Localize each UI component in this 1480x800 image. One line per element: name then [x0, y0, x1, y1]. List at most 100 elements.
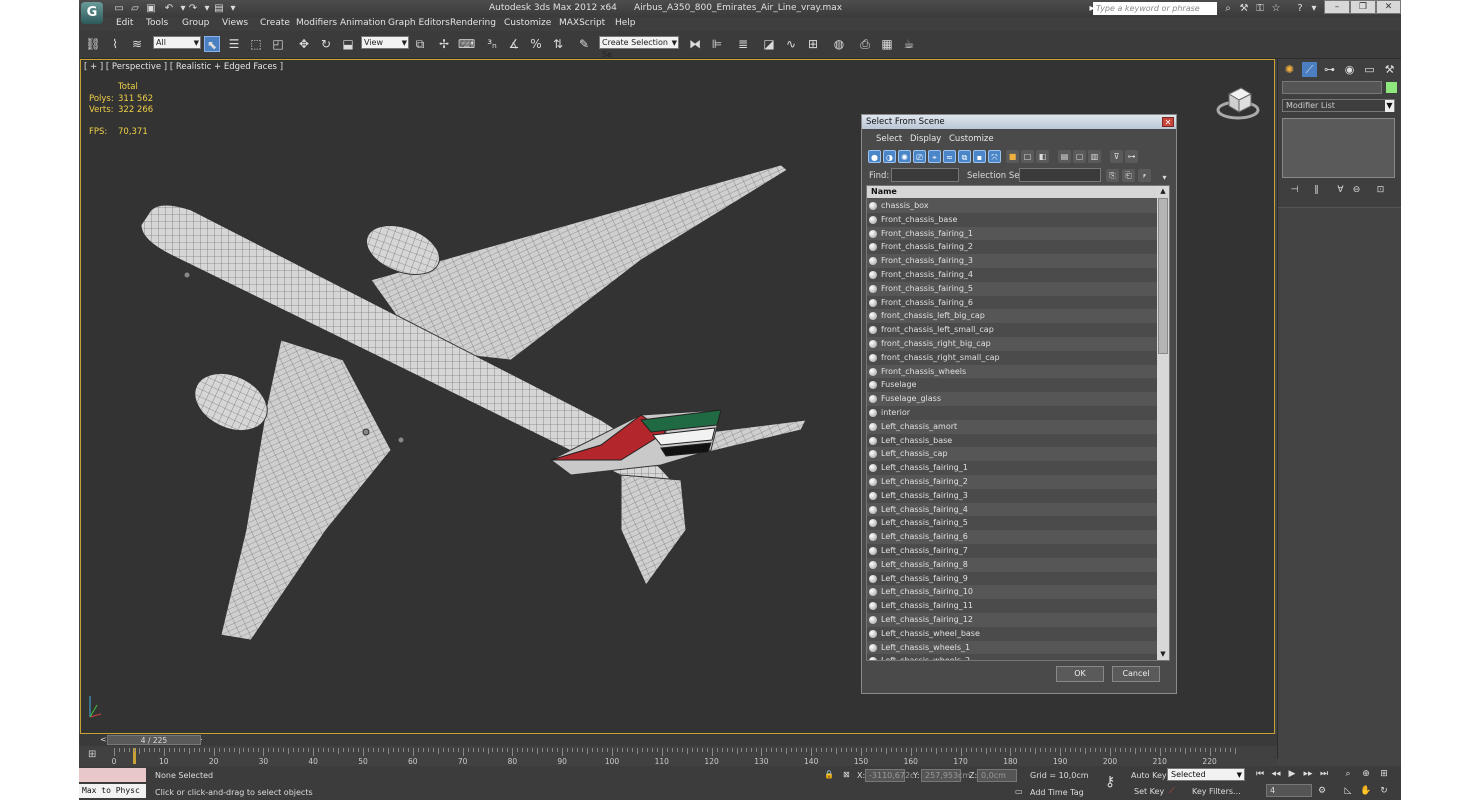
- percent-snap-icon[interactable]: %: [528, 36, 544, 52]
- schematic-view-icon[interactable]: ⊞: [805, 36, 821, 52]
- show-end-result-icon[interactable]: ‖: [1310, 185, 1323, 196]
- set-key-button[interactable]: Set Key: [1134, 785, 1164, 798]
- select-invert-icon[interactable]: ▥: [1088, 150, 1101, 163]
- menu-customize[interactable]: Customize: [504, 18, 551, 28]
- undo-icon[interactable]: ↶: [162, 2, 176, 15]
- align-icon[interactable]: ⊫: [709, 36, 725, 52]
- display-shapes-icon[interactable]: ◑: [883, 150, 896, 163]
- named-selection-dropdown[interactable]: Create Selection Se ▼: [599, 36, 679, 59]
- display-groups-icon[interactable]: ⧉: [958, 150, 971, 163]
- list-item[interactable]: Left_chassis_base: [867, 433, 1157, 448]
- list-item[interactable]: interior: [867, 405, 1157, 420]
- object-name-field[interactable]: [1282, 81, 1382, 94]
- keyboard-shortcut-override-icon[interactable]: ⌨: [458, 36, 475, 52]
- modifier-list-dropdown[interactable]: Modifier List ▼: [1282, 99, 1395, 112]
- make-unique-icon[interactable]: ∀: [1334, 185, 1347, 196]
- list-item[interactable]: Left_chassis_fairing_1: [867, 461, 1157, 475]
- cancel-button[interactable]: Cancel: [1112, 666, 1160, 682]
- orbit-icon[interactable]: ↻: [1377, 785, 1391, 797]
- list-item[interactable]: Fuselage: [867, 378, 1157, 393]
- menu-maxscript[interactable]: MAXScript: [559, 18, 605, 28]
- display-geometry-icon[interactable]: ●: [868, 150, 881, 163]
- motion-tab-icon[interactable]: ◉: [1342, 62, 1357, 77]
- list-item[interactable]: Left_chassis_fairing_8: [867, 557, 1157, 572]
- field-of-view-icon[interactable]: ◺: [1341, 785, 1355, 797]
- list-item[interactable]: Left_chassis_fairing_12: [867, 612, 1157, 627]
- lock-icon[interactable]: 🔒: [824, 770, 834, 779]
- list-item[interactable]: Left_chassis_fairing_5: [867, 516, 1157, 531]
- key-mode-dropdown[interactable]: Selected ▼: [1167, 768, 1245, 781]
- scroll-up-icon[interactable]: ▲: [1157, 186, 1169, 197]
- previous-frame-icon[interactable]: ◂◂: [1269, 768, 1283, 780]
- auto-key-button[interactable]: Auto Key: [1131, 769, 1167, 782]
- open-file-icon[interactable]: ▱: [128, 2, 142, 15]
- dialog-menu-display[interactable]: Display: [910, 134, 941, 144]
- maxscript-listener-input[interactable]: [79, 768, 146, 782]
- zoom-icon[interactable]: ⌕: [1341, 768, 1355, 780]
- menu-rendering[interactable]: Rendering: [450, 18, 496, 28]
- next-frame-icon[interactable]: ▸▸: [1301, 768, 1315, 780]
- collapse-icon[interactable]: ▾: [1158, 171, 1171, 184]
- list-item[interactable]: front_chassis_left_small_cap: [867, 323, 1157, 337]
- list-item[interactable]: Left_chassis_cap: [867, 447, 1157, 462]
- maxscript-output[interactable]: Max to Physc: [79, 784, 146, 798]
- unlink-icon[interactable]: ⌇: [107, 36, 123, 52]
- time-configuration-icon[interactable]: ⚙: [1315, 785, 1329, 797]
- curve-editor-mini-icon[interactable]: ⊞: [88, 749, 102, 761]
- project-folder-icon[interactable]: ▤: [212, 2, 226, 15]
- search-input[interactable]: Type a keyword or phrase: [1093, 2, 1217, 15]
- utilities-tab-icon[interactable]: ⚒: [1382, 62, 1397, 77]
- select-object-icon[interactable]: ⬉: [204, 36, 220, 52]
- dialog-title[interactable]: Select From Scene: [862, 115, 1176, 129]
- subscription-icon[interactable]: ⚿: [1253, 2, 1267, 15]
- close-button[interactable]: ✕: [1376, 0, 1401, 14]
- hierarchy-icon[interactable]: ⊶: [1125, 150, 1138, 163]
- list-item[interactable]: Front_chassis_fairing_2: [867, 240, 1157, 255]
- filter-icon[interactable]: ⊽: [1110, 150, 1123, 163]
- menu-views[interactable]: Views: [222, 18, 248, 28]
- viewcube-icon[interactable]: [1215, 80, 1261, 126]
- list-item[interactable]: front_chassis_right_small_cap: [867, 350, 1157, 365]
- menu-group[interactable]: Group: [182, 18, 209, 28]
- scroll-thumb[interactable]: [1158, 198, 1168, 354]
- key-filter-icon[interactable]: ⟋: [1169, 786, 1175, 796]
- rectangular-selection-icon[interactable]: ⬚: [248, 36, 264, 52]
- rotate-icon[interactable]: ↻: [318, 36, 334, 52]
- selection-set-edit-icon[interactable]: ⎘: [1106, 169, 1119, 182]
- select-manipulate-icon[interactable]: ✢: [436, 36, 452, 52]
- layer-manager-icon[interactable]: ≣: [735, 36, 751, 52]
- selection-set-add-icon[interactable]: ⎗: [1122, 169, 1135, 182]
- go-to-end-icon[interactable]: ⏭: [1317, 768, 1331, 780]
- x-coordinate-field[interactable]: -3110,672c: [865, 769, 914, 782]
- display-space-warps-icon[interactable]: ≈: [943, 150, 956, 163]
- search-icon[interactable]: ⌕: [1221, 2, 1235, 15]
- help-icon[interactable]: ?: [1293, 2, 1307, 15]
- list-item[interactable]: Left_chassis_wheels_1: [867, 640, 1157, 655]
- list-item[interactable]: Left_chassis_fairing_7: [867, 543, 1157, 558]
- angle-snap-icon[interactable]: ∡: [506, 36, 522, 52]
- set-key-icon[interactable]: ⚷: [1105, 774, 1115, 790]
- scroll-down-icon[interactable]: ▼: [1157, 649, 1169, 660]
- menu-tools[interactable]: Tools: [146, 18, 168, 28]
- redo-icon[interactable]: ↷: [186, 2, 200, 15]
- quick-access-dropdown-icon[interactable]: ▾: [226, 2, 240, 15]
- dialog-menu-select[interactable]: Select: [876, 134, 902, 144]
- render-production-icon[interactable]: ☕: [901, 36, 917, 52]
- menu-create[interactable]: Create: [260, 18, 290, 28]
- find-input[interactable]: [891, 168, 959, 182]
- list-item[interactable]: Left_chassis_fairing_11: [867, 599, 1157, 613]
- list-item[interactable]: Left_chassis_wheels_2: [867, 654, 1157, 660]
- display-xrefs-icon[interactable]: ▪: [973, 150, 986, 163]
- display-cameras-icon[interactable]: ⎚: [913, 150, 926, 163]
- move-icon[interactable]: ✥: [296, 36, 312, 52]
- edit-named-selection-icon[interactable]: ✎: [576, 36, 592, 52]
- help-dropdown-icon[interactable]: ▾: [1307, 2, 1321, 15]
- select-and-link-icon[interactable]: ⛓: [85, 36, 101, 52]
- menu-help[interactable]: Help: [615, 18, 636, 28]
- window-crossing-icon[interactable]: ◰: [270, 36, 286, 52]
- list-item[interactable]: Front_chassis_fairing_4: [867, 267, 1157, 282]
- list-item[interactable]: Left_chassis_fairing_2: [867, 474, 1157, 489]
- favorites-icon[interactable]: ☆: [1269, 2, 1283, 15]
- configure-sets-icon[interactable]: ⊡: [1374, 185, 1387, 196]
- spinner-snap-icon[interactable]: ⇅: [550, 36, 566, 52]
